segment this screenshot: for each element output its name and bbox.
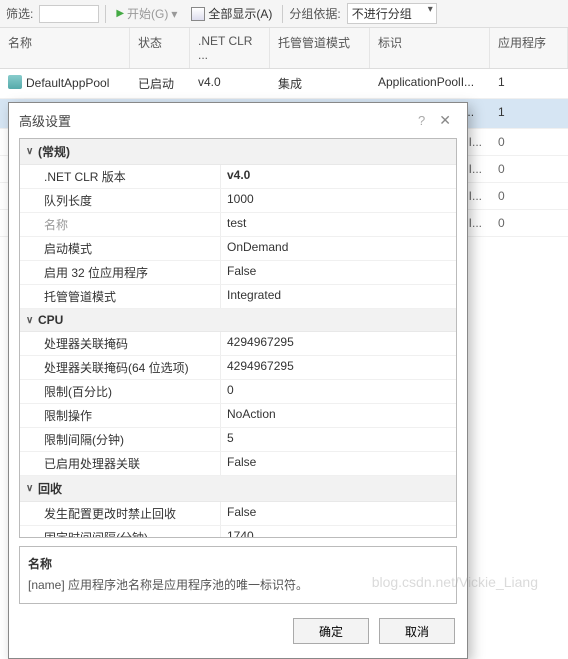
advanced-settings-dialog: 高级设置 ? ✕ ∨(常规).NET CLR 版本v4.0队列长度1000名称t…	[8, 102, 468, 659]
category-header[interactable]: ∨CPU	[20, 309, 456, 332]
show-all-label: 全部显示(A)	[208, 5, 272, 22]
property-row[interactable]: 名称test	[20, 213, 456, 237]
collapse-icon[interactable]: ∨	[26, 315, 38, 326]
start-label: 开始(G)	[127, 5, 168, 22]
col-id[interactable]: 标识	[370, 28, 490, 68]
property-row[interactable]: .NET CLR 版本v4.0	[20, 165, 456, 189]
grid-header: 名称 状态 .NET CLR ... 托管管道模式 标识 应用程序	[0, 28, 568, 69]
ok-button[interactable]: 确定	[293, 618, 369, 644]
category-header[interactable]: ∨回收	[20, 476, 456, 502]
group-label: 分组依据:	[289, 5, 340, 22]
divider	[282, 5, 283, 23]
filter-label: 筛选:	[6, 5, 33, 22]
col-name[interactable]: 名称	[0, 28, 130, 68]
start-button[interactable]: ▶ 开始(G) ▾	[112, 5, 181, 22]
apppool-icon	[8, 75, 22, 89]
chevron-down-icon: ▾	[171, 7, 177, 21]
property-row[interactable]: 托管管道模式Integrated	[20, 285, 456, 309]
help-title: 名称	[28, 555, 448, 572]
property-row[interactable]: 处理器关联掩码(64 位选项)4294967295	[20, 356, 456, 380]
collapse-icon[interactable]: ∨	[26, 483, 38, 494]
property-row[interactable]: 固定时间间隔(分钟)1740	[20, 526, 456, 538]
col-pipeline[interactable]: 托管管道模式	[270, 28, 370, 68]
divider	[105, 5, 106, 23]
category-header[interactable]: ∨(常规)	[20, 139, 456, 165]
filter-input[interactable]	[39, 5, 99, 23]
help-desc: [name] 应用程序池名称是应用程序池的唯一标识符。	[28, 576, 448, 593]
col-clr[interactable]: .NET CLR ...	[190, 28, 270, 68]
showall-icon	[191, 7, 205, 21]
dialog-buttons: 确定 取消	[9, 604, 467, 658]
property-row[interactable]: 发生配置更改时禁止回收False	[20, 502, 456, 526]
col-apps[interactable]: 应用程序	[490, 28, 568, 68]
property-row[interactable]: 启动模式OnDemand	[20, 237, 456, 261]
dialog-title: 高级设置	[19, 111, 71, 130]
property-row[interactable]: 限制操作NoAction	[20, 404, 456, 428]
group-dropdown[interactable]: 不进行分组	[347, 3, 437, 24]
property-row[interactable]: 已启用处理器关联False	[20, 452, 456, 476]
cancel-button[interactable]: 取消	[379, 618, 455, 644]
property-row[interactable]: 限制间隔(分钟)5	[20, 428, 456, 452]
property-row[interactable]: 启用 32 位应用程序False	[20, 261, 456, 285]
property-row[interactable]: 队列长度1000	[20, 189, 456, 213]
collapse-icon[interactable]: ∨	[26, 146, 38, 157]
table-row[interactable]: DefaultAppPool已启动v4.0集成ApplicationPoolI.…	[0, 69, 568, 99]
toolbar: 筛选: ▶ 开始(G) ▾ 全部显示(A) 分组依据: 不进行分组	[0, 0, 568, 28]
help-icon[interactable]: ?	[410, 113, 433, 128]
play-icon: ▶	[116, 8, 124, 19]
property-grid[interactable]: ∨(常规).NET CLR 版本v4.0队列长度1000名称test启动模式On…	[19, 138, 457, 538]
property-row[interactable]: 处理器关联掩码4294967295	[20, 332, 456, 356]
show-all-button[interactable]: 全部显示(A)	[187, 5, 276, 22]
help-panel: 名称 [name] 应用程序池名称是应用程序池的唯一标识符。	[19, 546, 457, 604]
dialog-titlebar: 高级设置 ? ✕	[9, 103, 467, 138]
group-value: 不进行分组	[352, 7, 412, 21]
col-status[interactable]: 状态	[130, 28, 190, 68]
property-row[interactable]: 限制(百分比)0	[20, 380, 456, 404]
close-icon[interactable]: ✕	[433, 112, 457, 129]
